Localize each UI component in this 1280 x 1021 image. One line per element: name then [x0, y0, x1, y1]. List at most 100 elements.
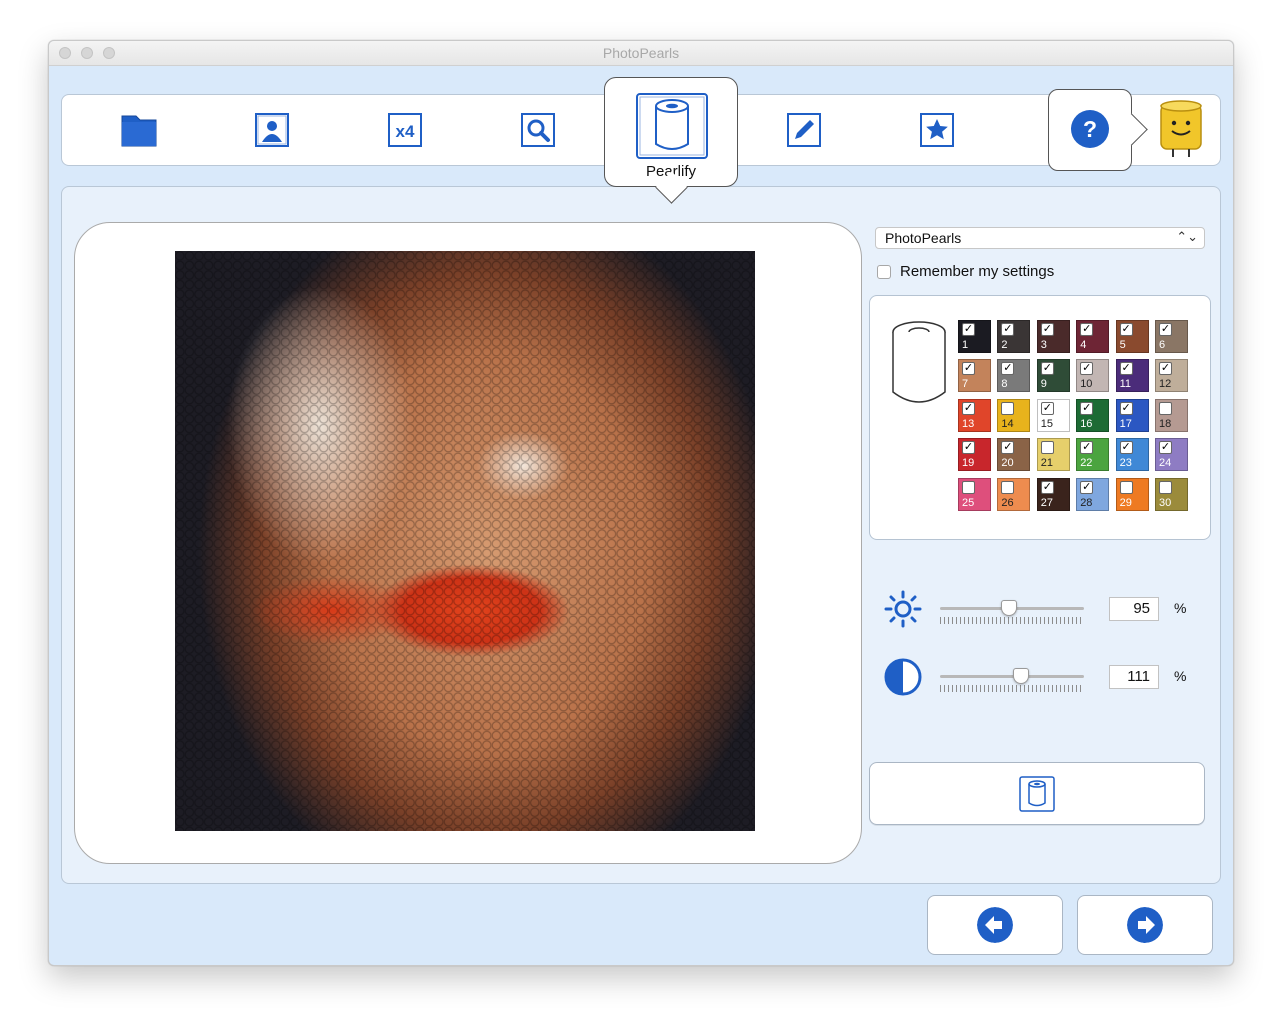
- brightness-slider-knob[interactable]: [1001, 600, 1018, 616]
- color-swatch-18[interactable]: 18: [1155, 398, 1188, 432]
- color-swatch-16[interactable]: ✓ 16: [1076, 398, 1110, 432]
- color-swatch-6[interactable]: ✓ 6: [1155, 320, 1188, 353]
- color-swatch-checkbox[interactable]: ✓: [1159, 441, 1172, 455]
- pearlify-panel: PhotoPearls ⌃⌄ Remember my settings ✓ 1 ✓ 2…: [61, 186, 1221, 884]
- color-swatch-27[interactable]: ✓ 27: [1036, 477, 1070, 511]
- color-swatch-checkbox[interactable]: ✓: [1001, 323, 1015, 336]
- color-swatch-number: 28: [1080, 496, 1093, 509]
- color-swatch-number: 22: [1080, 457, 1093, 470]
- color-swatch-checkbox[interactable]: ✓: [962, 401, 975, 415]
- color-swatch-checkbox[interactable]: [1001, 401, 1015, 415]
- color-swatch-30[interactable]: 30: [1155, 477, 1188, 511]
- color-swatch-checkbox[interactable]: [1159, 401, 1172, 415]
- remember-settings-option[interactable]: Remember my settings: [877, 263, 1054, 280]
- color-swatch-checkbox[interactable]: ✓: [1119, 362, 1133, 376]
- contrast-input[interactable]: 111: [1109, 665, 1159, 689]
- color-swatch-checkbox[interactable]: ✓: [1040, 480, 1054, 494]
- color-swatch-number: 23: [1119, 457, 1132, 470]
- color-palette-box: ✓ 1 ✓ 2 ✓ 3 ✓ 4 ✓ 5 ✓ 6 ✓ 7 ✓ 8 ✓ 9 ✓ 10 ✓ 11 ✓ 12 ✓ 13 14 ✓ 15 ✓ 16 ✓ 1…: [869, 295, 1211, 540]
- color-swatch-17[interactable]: ✓ 17: [1115, 398, 1149, 432]
- color-swatch-26[interactable]: 26: [997, 477, 1031, 511]
- edit-button[interactable]: [783, 109, 825, 151]
- quantity-button[interactable]: x4: [384, 109, 426, 151]
- color-swatch-checkbox[interactable]: ✓: [1080, 362, 1094, 376]
- color-swatch-3[interactable]: ✓ 3: [1036, 320, 1070, 353]
- zoom-button[interactable]: [517, 109, 559, 151]
- next-button[interactable]: [1077, 895, 1213, 955]
- palette-select-value: PhotoPearls: [885, 230, 962, 246]
- color-swatch-24[interactable]: ✓ 24: [1155, 438, 1188, 472]
- brightness-input[interactable]: 95: [1109, 597, 1159, 621]
- color-swatch-28[interactable]: ✓ 28: [1076, 477, 1110, 511]
- app-window: PhotoPearls x4 ? PhotoPearls ⌃⌄ Remember…: [48, 40, 1234, 966]
- color-swatch-checkbox[interactable]: [1119, 480, 1133, 494]
- color-swatch-checkbox[interactable]: [1159, 480, 1172, 494]
- color-swatch-checkbox[interactable]: [1040, 441, 1054, 455]
- color-swatch-checkbox[interactable]: ✓: [1080, 401, 1094, 415]
- color-swatch-checkbox[interactable]: ✓: [1040, 362, 1054, 376]
- x4-icon: x4: [388, 113, 422, 147]
- color-swatch-12[interactable]: ✓ 12: [1155, 359, 1188, 393]
- window-title: PhotoPearls: [602, 45, 680, 61]
- color-swatch-number: 1: [962, 339, 969, 351]
- color-swatch-10[interactable]: ✓ 10: [1076, 359, 1110, 393]
- color-swatch-22[interactable]: ✓ 22: [1076, 438, 1110, 472]
- color-swatch-number: 3: [1040, 339, 1047, 351]
- color-swatch-checkbox[interactable]: [1001, 480, 1015, 494]
- sun-icon: [884, 590, 922, 628]
- color-swatch-23[interactable]: ✓ 23: [1115, 438, 1149, 472]
- color-swatch-checkbox[interactable]: ✓: [1119, 323, 1133, 336]
- color-swatch-checkbox[interactable]: ✓: [1159, 362, 1172, 376]
- portrait-icon: [255, 113, 289, 147]
- color-swatch-2[interactable]: ✓ 2: [997, 320, 1031, 353]
- color-swatch-14[interactable]: 14: [997, 398, 1031, 432]
- color-swatch-number: 2: [1001, 339, 1008, 351]
- preview-frame: [74, 222, 862, 864]
- color-swatch-1[interactable]: ✓ 1: [958, 320, 991, 353]
- favorites-button[interactable]: [916, 109, 958, 151]
- color-swatch-checkbox[interactable]: ✓: [1040, 323, 1054, 336]
- color-swatch-20[interactable]: ✓ 20: [997, 438, 1031, 472]
- contrast-icon: [884, 658, 922, 696]
- color-swatch-9[interactable]: ✓ 9: [1036, 359, 1070, 393]
- color-swatch-21[interactable]: 21: [1036, 438, 1070, 472]
- color-swatch-checkbox[interactable]: ✓: [1001, 362, 1015, 376]
- color-swatch-checkbox[interactable]: ✓: [962, 441, 975, 455]
- color-swatch-number: 9: [1040, 378, 1047, 391]
- color-swatch-checkbox[interactable]: ✓: [1159, 323, 1172, 336]
- pencil-icon: [787, 113, 821, 147]
- color-swatch-number: 14: [1001, 417, 1014, 430]
- palette-select[interactable]: PhotoPearls ⌃⌄: [875, 227, 1205, 249]
- pearlify-button[interactable]: [869, 762, 1205, 825]
- color-swatch-13[interactable]: ✓ 13: [958, 398, 991, 432]
- color-swatch-7[interactable]: ✓ 7: [958, 359, 991, 393]
- color-swatch-checkbox[interactable]: ✓: [1040, 401, 1054, 415]
- color-swatch-checkbox[interactable]: ✓: [1119, 401, 1133, 415]
- help-label: ?: [1083, 116, 1097, 142]
- color-swatch-25[interactable]: 25: [958, 477, 991, 511]
- back-button[interactable]: [927, 895, 1063, 955]
- color-swatch-4[interactable]: ✓ 4: [1076, 320, 1110, 353]
- color-swatch-checkbox[interactable]: ✓: [1119, 441, 1133, 455]
- color-swatch-11[interactable]: ✓ 11: [1115, 359, 1149, 393]
- magnifier-icon: [521, 113, 555, 147]
- pearl-roll-icon: [636, 93, 708, 159]
- color-swatch-checkbox[interactable]: ✓: [962, 323, 975, 336]
- color-swatch-19[interactable]: ✓ 19: [958, 438, 991, 472]
- color-swatch-15[interactable]: ✓ 15: [1036, 398, 1070, 432]
- photo-button[interactable]: [251, 109, 293, 151]
- color-swatch-checkbox[interactable]: ✓: [1001, 441, 1015, 455]
- color-swatch-checkbox[interactable]: ✓: [1080, 441, 1094, 455]
- color-swatch-checkbox[interactable]: ✓: [1080, 323, 1094, 336]
- remember-settings-checkbox[interactable]: [877, 264, 891, 279]
- help-button[interactable]: ?: [1048, 89, 1148, 171]
- color-swatch-checkbox[interactable]: ✓: [962, 362, 975, 376]
- color-swatch-29[interactable]: 29: [1115, 477, 1149, 511]
- color-swatch-checkbox[interactable]: [962, 480, 975, 494]
- tab-pearlify[interactable]: Pearlify: [604, 77, 738, 204]
- color-swatch-5[interactable]: ✓ 5: [1115, 320, 1149, 353]
- open-folder-button[interactable]: [118, 109, 160, 151]
- color-swatch-8[interactable]: ✓ 8: [997, 359, 1031, 393]
- contrast-slider-knob[interactable]: [1012, 668, 1029, 684]
- color-swatch-checkbox[interactable]: ✓: [1080, 480, 1094, 494]
